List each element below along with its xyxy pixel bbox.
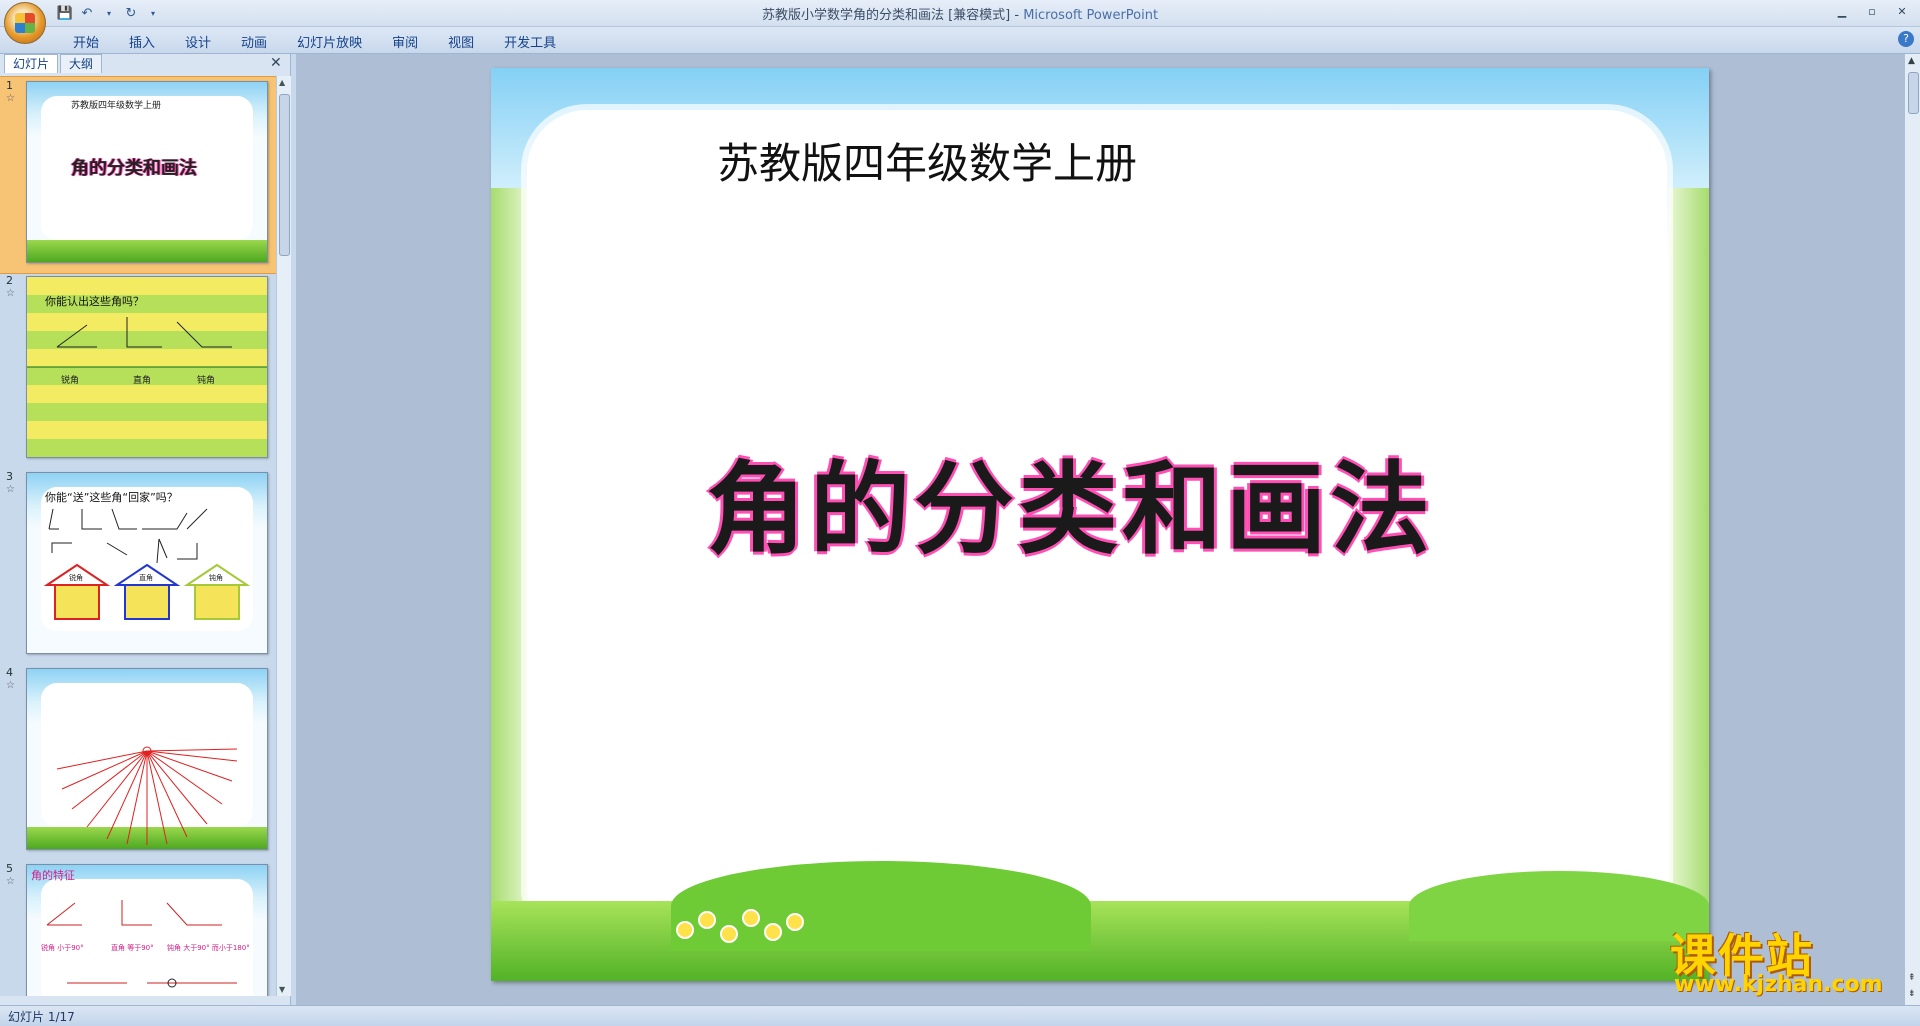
thumbnail-list: 1 ☆ 苏教版四年级数学上册 角的分类和画法 2 ☆ 你能认出这些角吗？ 锐角 … (0, 76, 276, 996)
scroll-thumb[interactable] (1908, 72, 1919, 114)
tab-outline[interactable]: 大纲 (60, 54, 103, 73)
tab-slide-show[interactable]: 幻灯片放映 (282, 30, 377, 53)
acute-note: 锐角 小于90° (41, 944, 84, 952)
thumbnail-scrollbar[interactable]: ▲ ▼ (276, 76, 291, 996)
angle-figures (46, 900, 237, 988)
tab-design[interactable]: 设计 (170, 30, 226, 53)
slide-title[interactable]: 角的分类和画法 (706, 428, 1434, 573)
tab-review[interactable]: 审阅 (377, 30, 433, 53)
pane-close-icon[interactable]: ✕ (270, 55, 282, 71)
ribbon-tab-bar: 开始 插入 设计 动画 幻灯片放映 审阅 视图 开发工具 ? (0, 27, 1920, 54)
scroll-up-icon[interactable]: ▲ (1908, 56, 1915, 66)
slide-counter: 幻灯片 1/17 (8, 1010, 75, 1024)
slide-number: 3 (6, 470, 13, 483)
close-icon[interactable]: ✕ (1888, 2, 1916, 20)
scroll-down-icon[interactable]: ▼ (279, 985, 285, 994)
scroll-up-icon[interactable]: ▲ (279, 78, 285, 87)
angle-figures (27, 317, 267, 368)
ray-fan-figure (56, 746, 238, 845)
tab-slides[interactable]: 幻灯片 (4, 54, 59, 73)
current-slide[interactable]: 苏教版四年级数学上册 角的分类和画法 (491, 68, 1709, 981)
minimize-icon[interactable]: ▁ (1828, 2, 1856, 20)
slide-thumbnail-2[interactable]: 2 ☆ 你能认出这些角吗？ 锐角 直角 钝角 (0, 272, 276, 468)
house-label-acute: 锐角 (69, 574, 83, 582)
thumbnail-image: 你能“送”这些角“回家”吗？ 锐角 直角 钝角 (26, 472, 268, 654)
tab-animations[interactable]: 动画 (226, 30, 282, 53)
slide-number: 2 (6, 274, 13, 287)
slide-right-greenery (1669, 188, 1709, 981)
document-title: 苏教版小学数学角的分类和画法 [兼容模式] (761, 8, 1011, 23)
watermark-url: www.kjzhan.com (1674, 972, 1883, 997)
slides-pane: 幻灯片 大纲 ✕ 1 ☆ 苏教版四年级数学上册 角的分类和画法 2 ☆ 你能认出… (0, 54, 291, 1005)
thumb-title: 角的分类和画法 (71, 158, 197, 179)
editor-scrollbar[interactable]: ▲ ⇞ ⇟ (1904, 54, 1920, 1005)
scroll-thumb[interactable] (279, 94, 290, 256)
slide-hill-right (1409, 871, 1709, 941)
help-icon[interactable]: ? (1898, 31, 1914, 47)
slide-thumbnail-1[interactable]: 1 ☆ 苏教版四年级数学上册 角的分类和画法 (0, 76, 276, 274)
animation-star-icon: ☆ (6, 680, 15, 691)
office-button[interactable] (4, 2, 46, 44)
right-note: 直角 等于90° (111, 944, 154, 952)
thumbnail-image: 你能认出这些角吗？ 锐角 直角 钝角 (26, 276, 268, 458)
slide-thumbnail-5[interactable]: 5 ☆ 角的特征 锐角 小于90° 直角 等于90° 钝角 大于90° 而小于1… (0, 860, 276, 996)
slide-number: 5 (6, 862, 13, 875)
slide-thumbnail-4[interactable]: 4 ☆ (0, 664, 276, 860)
slide-number: 1 (6, 79, 13, 92)
tab-home[interactable]: 开始 (58, 30, 114, 53)
office-logo-icon (15, 13, 35, 33)
houses-figure (43, 508, 251, 620)
ribbon-tabs: 开始 插入 设计 动画 幻灯片放映 审阅 视图 开发工具 (58, 30, 571, 53)
label-right: 直角 (133, 376, 152, 386)
window-controls: ▁ ▫ ✕ (1828, 2, 1916, 20)
thumbnail-image: 角的特征 锐角 小于90° 直角 等于90° 钝角 大于90° 而小于180° (26, 864, 268, 996)
title-separator: - (1010, 8, 1024, 23)
tab-insert[interactable]: 插入 (114, 30, 170, 53)
restore-icon[interactable]: ▫ (1858, 2, 1886, 20)
house-label-obtuse: 钝角 (209, 574, 223, 582)
label-obtuse: 钝角 (197, 376, 216, 386)
tab-developer[interactable]: 开发工具 (489, 30, 571, 53)
status-bar: 幻灯片 1/17 (0, 1005, 1920, 1026)
animation-star-icon: ☆ (6, 876, 15, 887)
title-bar: 💾 ↶ ▾ ↻ ▾ 苏教版小学数学角的分类和画法 [兼容模式] - Micros… (0, 0, 1920, 27)
house-label-right: 直角 (139, 574, 153, 582)
watermark: 课件站 www.kjzhan.com (1670, 920, 1910, 1000)
window-title: 苏教版小学数学角的分类和画法 [兼容模式] - Microsoft PowerP… (0, 4, 1920, 23)
thumbnail-image: 苏教版四年级数学上册 角的分类和画法 (26, 81, 268, 263)
slide-subtitle[interactable]: 苏教版四年级数学上册 (717, 130, 1137, 191)
pane-tabs: 幻灯片 大纲 (4, 54, 104, 74)
app-name: Microsoft PowerPoint (1023, 8, 1159, 23)
thumbnail-image (26, 668, 268, 850)
thumb-subtitle: 苏教版四年级数学上册 (71, 101, 162, 111)
slide-editor: 苏教版四年级数学上册 角的分类和画法 (296, 54, 1904, 1005)
label-acute: 锐角 (61, 376, 80, 386)
slide-thumbnail-3[interactable]: 3 ☆ 你能“送”这些角“回家”吗？ 锐角 直角 钝角 (0, 468, 276, 664)
obtuse-note: 钝角 大于90° 而小于180° (167, 944, 250, 952)
animation-star-icon: ☆ (6, 484, 15, 495)
thumb-grass (27, 240, 267, 262)
flowers-decoration (666, 901, 816, 951)
animation-star-icon: ☆ (6, 93, 15, 104)
tab-view[interactable]: 视图 (433, 30, 489, 53)
animation-star-icon: ☆ (6, 288, 15, 299)
slide-left-greenery (491, 188, 531, 981)
slide-number: 4 (6, 666, 13, 679)
